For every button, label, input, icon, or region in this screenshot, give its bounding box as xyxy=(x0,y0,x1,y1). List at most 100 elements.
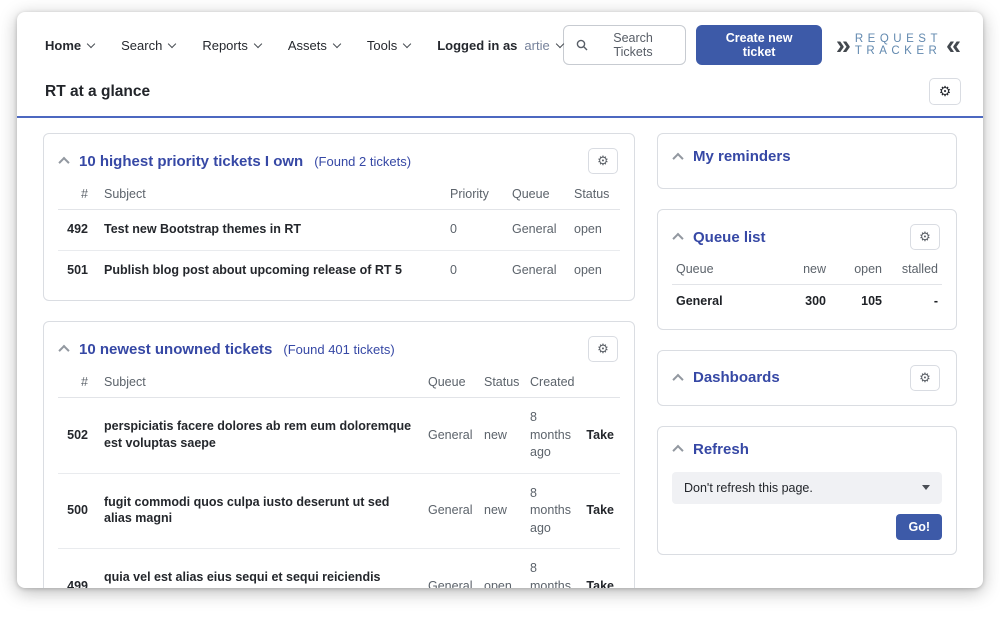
ticket-id[interactable]: 500 xyxy=(58,473,94,549)
panel-queues-title[interactable]: Queue list xyxy=(693,229,766,246)
panel-refresh-title[interactable]: Refresh xyxy=(693,441,749,458)
page-settings-gear-button[interactable]: ⚙ xyxy=(929,78,961,105)
search-tickets-button[interactable]: Search Tickets xyxy=(563,25,687,65)
panel-newest-title[interactable]: 10 newest unowned tickets xyxy=(79,341,272,358)
chevron-down-icon xyxy=(87,39,95,47)
highest-priority-table: # Subject Priority Queue Status 492 Test… xyxy=(58,178,620,290)
col-status: Status xyxy=(478,366,524,398)
refresh-actions: Go! xyxy=(672,514,942,544)
col-id: # xyxy=(58,178,94,210)
panel-highest-gear-button[interactable]: ⚙ xyxy=(588,148,618,174)
col-status: Status xyxy=(568,178,620,210)
col-priority: Priority xyxy=(444,178,506,210)
search-icon xyxy=(576,39,588,51)
queue-open-count[interactable]: 105 xyxy=(830,285,886,319)
chevron-up-icon[interactable] xyxy=(672,233,683,244)
ticket-created: 8 months ago xyxy=(524,398,580,474)
go-button[interactable]: Go! xyxy=(896,514,942,540)
chevron-up-icon[interactable] xyxy=(672,373,683,384)
ticket-id[interactable]: 502 xyxy=(58,398,94,474)
panel-dashboards-title[interactable]: Dashboards xyxy=(693,369,780,386)
col-queue: Queue xyxy=(422,366,478,398)
ticket-subject-link[interactable]: quia vel est alias eius sequi et sequi r… xyxy=(104,569,416,588)
ticket-id[interactable]: 501 xyxy=(58,250,94,290)
refresh-select-value: Don't refresh this page. xyxy=(684,481,813,495)
ticket-queue: General xyxy=(422,473,478,549)
caret-down-icon xyxy=(922,485,930,490)
page-title-bar: RT at a glance ⚙ xyxy=(17,72,983,118)
col-queue: Queue xyxy=(672,254,774,285)
panel-reminders-header: My reminders xyxy=(672,146,942,169)
nav-tools[interactable]: Tools xyxy=(367,38,410,53)
ticket-row: 499 quia vel est alias eius sequi et seq… xyxy=(58,549,620,589)
chevron-up-icon[interactable] xyxy=(58,157,69,168)
ticket-id[interactable]: 499 xyxy=(58,549,94,589)
ticket-subject-link[interactable]: fugit commodi quos culpa iusto deserunt … xyxy=(104,494,416,528)
search-tickets-label: Search Tickets xyxy=(593,31,674,59)
current-user: artie xyxy=(524,38,549,53)
ticket-status: open xyxy=(478,549,524,589)
ticket-id[interactable]: 492 xyxy=(58,210,94,251)
app-window: Home Search Reports Assets Tools Logged … xyxy=(17,12,983,588)
panel-refresh-header: Refresh xyxy=(672,439,942,462)
ticket-row: 501 Publish blog post about upcoming rel… xyxy=(58,250,620,290)
panel-highest-found-count: (Found 2 tickets) xyxy=(314,154,411,169)
panel-dashboards-gear-button[interactable]: ⚙ xyxy=(910,365,940,391)
nav-home[interactable]: Home xyxy=(45,38,94,53)
ticket-status: new xyxy=(478,398,524,474)
nav-search-label: Search xyxy=(121,38,162,53)
table-header-row: Queue new open stalled xyxy=(672,254,942,285)
nav-reports[interactable]: Reports xyxy=(202,38,261,53)
col-subject: Subject xyxy=(94,366,422,398)
queue-name[interactable]: General xyxy=(672,285,774,319)
gear-icon: ⚙ xyxy=(597,153,609,169)
chevron-up-icon[interactable] xyxy=(672,152,683,163)
queue-list-table: Queue new open stalled General 300 105 - xyxy=(672,254,942,319)
ticket-priority: 0 xyxy=(444,210,506,251)
chevron-up-icon[interactable] xyxy=(672,445,683,456)
ticket-subject-link[interactable]: Publish blog post about upcoming release… xyxy=(104,262,402,279)
right-column: My reminders Queue list ⚙ Queue new xyxy=(657,133,957,588)
logged-in-prefix: Logged in as xyxy=(437,38,517,53)
create-new-ticket-button[interactable]: Create new ticket xyxy=(696,25,821,65)
dashboard-content: 10 highest priority tickets I own (Found… xyxy=(17,118,983,588)
nav-logged-in-as[interactable]: Logged in as artie xyxy=(437,38,562,53)
panel-newest-unowned: 10 newest unowned tickets (Found 401 tic… xyxy=(43,321,635,588)
main-menu: Home Search Reports Assets Tools Logged … xyxy=(45,38,563,53)
request-tracker-logo[interactable]: » REQUEST TRACKER « xyxy=(836,33,961,58)
col-new: new xyxy=(774,254,830,285)
ticket-subject-link[interactable]: perspiciatis facere dolores ab rem eum d… xyxy=(104,418,416,452)
panel-dashboards: Dashboards ⚙ xyxy=(657,350,957,406)
col-created: Created xyxy=(524,366,580,398)
take-link[interactable]: Take xyxy=(586,503,614,517)
nav-assets[interactable]: Assets xyxy=(288,38,340,53)
panel-highest-priority: 10 highest priority tickets I own (Found… xyxy=(43,133,635,301)
table-header-row: # Subject Queue Status Created xyxy=(58,366,620,398)
take-link[interactable]: Take xyxy=(586,428,614,442)
ticket-queue: General xyxy=(422,549,478,589)
panel-highest-title[interactable]: 10 highest priority tickets I own xyxy=(79,153,303,170)
col-id: # xyxy=(58,366,94,398)
logo-line2: TRACKER xyxy=(855,45,942,57)
panel-reminders-title[interactable]: My reminders xyxy=(693,148,791,165)
panel-queues-gear-button[interactable]: ⚙ xyxy=(910,224,940,250)
panel-queues-header: Queue list ⚙ xyxy=(672,222,942,254)
nav-actions: Search Tickets Create new ticket » REQUE… xyxy=(563,25,961,65)
panel-newest-gear-button[interactable]: ⚙ xyxy=(588,336,618,362)
col-subject: Subject xyxy=(94,178,444,210)
panel-queue-list: Queue list ⚙ Queue new open stalled xyxy=(657,209,957,330)
newest-unowned-table: # Subject Queue Status Created 502 persp… xyxy=(58,366,620,588)
gear-icon: ⚙ xyxy=(919,229,931,245)
chevron-down-icon xyxy=(168,39,176,47)
chevron-up-icon[interactable] xyxy=(58,345,69,356)
nav-search[interactable]: Search xyxy=(121,38,175,53)
ticket-created: 8 months ago xyxy=(524,549,580,589)
col-stalled: stalled xyxy=(886,254,942,285)
queue-new-count[interactable]: 300 xyxy=(774,285,830,319)
refresh-interval-select[interactable]: Don't refresh this page. xyxy=(672,472,942,504)
gear-icon: ⚙ xyxy=(919,370,931,386)
take-link[interactable]: Take xyxy=(586,579,614,589)
ticket-subject-link[interactable]: Test new Bootstrap themes in RT xyxy=(104,221,301,238)
ticket-row: 500 fugit commodi quos culpa iusto deser… xyxy=(58,473,620,549)
ticket-queue: General xyxy=(422,398,478,474)
